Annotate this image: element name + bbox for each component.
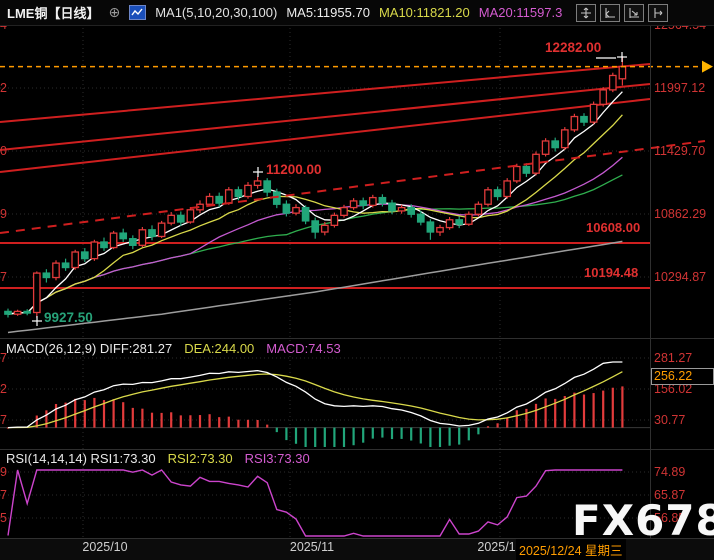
chart-type-icon[interactable] — [129, 5, 146, 20]
support-level-label: 10194.48 — [584, 265, 638, 280]
rsi-title: RSI(14,14,14) RSI1:73.30 — [6, 451, 156, 466]
low-price-annotation: 9927.50 — [44, 310, 93, 325]
price-tick-label: 10294.87 — [654, 270, 706, 284]
left-axis-clipped-digit: 0 — [0, 144, 7, 158]
high-price-annotation: 12282.00 — [545, 40, 601, 55]
rsi-header: RSI(14,14,14) RSI1:73.30 RSI2:73.30 RSI3:7… — [6, 451, 310, 466]
toolbar: LME铜【日线】 ⊕ MA1(5,10,20,30,100) MA5:11955… — [0, 0, 714, 26]
price-tick-label: 10862.29 — [654, 207, 706, 221]
chart-toolbar-buttons — [576, 4, 668, 22]
macd-current-value-box: 256.22 — [651, 368, 714, 385]
macd-hist-value: MACD:74.53 — [266, 341, 340, 356]
pan-tool-icon[interactable] — [576, 4, 596, 22]
month-label: 2025/11 — [290, 540, 334, 554]
rsi3-value: RSI3:73.30 — [245, 451, 310, 466]
chart-canvas[interactable] — [0, 0, 714, 560]
left-axis-clipped-digit: 9 — [0, 465, 7, 479]
left-axis-clipped-digit: 9 — [0, 207, 7, 221]
instrument-title: LME铜【日线】 — [7, 3, 99, 22]
peak-price-annotation: 11200.00 — [266, 162, 322, 177]
ma-settings-label[interactable]: MA1(5,10,20,30,100) — [155, 5, 277, 20]
trading-chart-window: LME铜【日线】 ⊕ MA1(5,10,20,30,100) MA5:11955… — [0, 0, 714, 560]
compare-icon[interactable]: ⊕ — [108, 4, 120, 21]
fit-horizontal-axis-icon[interactable] — [600, 4, 620, 22]
left-axis-clipped-digit: 7 — [0, 270, 7, 284]
shift-right-icon[interactable] — [648, 4, 668, 22]
left-axis-clipped-digit: 5 — [0, 511, 7, 525]
fx678-watermark: FX678 — [572, 496, 714, 545]
macd-tick-label: 281.27 — [654, 351, 692, 365]
price-tick-label: 11429.70 — [654, 144, 705, 158]
left-axis-clipped-digit: 7 — [0, 413, 7, 427]
rsi-tick-label: 74.89 — [654, 465, 685, 479]
ma10-value: MA10:11821.20 — [379, 5, 470, 20]
macd-dea-value: DEA:244.00 — [184, 341, 254, 356]
left-axis-clipped-digit: 7 — [0, 488, 7, 502]
month-label: 2025/10 — [82, 540, 127, 554]
macd-tick-label: 30.77 — [654, 413, 685, 427]
rsi2-value: RSI2:73.30 — [168, 451, 233, 466]
fit-vertical-axis-icon[interactable] — [624, 4, 644, 22]
ma5-value: MA5:11955.70 — [286, 5, 370, 20]
ma20-value: MA20:11597.3 — [479, 5, 563, 20]
left-axis-clipped-digit: 2 — [0, 81, 7, 95]
left-axis-clipped-digit: 2 — [0, 382, 7, 396]
macd-title: MACD(26,12,9) DIFF:281.27 — [6, 341, 172, 356]
support-level-label: 10608.00 — [586, 220, 640, 235]
macd-header: MACD(26,12,9) DIFF:281.27 DEA:244.00 MACD:… — [6, 341, 341, 356]
price-tick-label: 11997.12 — [654, 81, 705, 95]
